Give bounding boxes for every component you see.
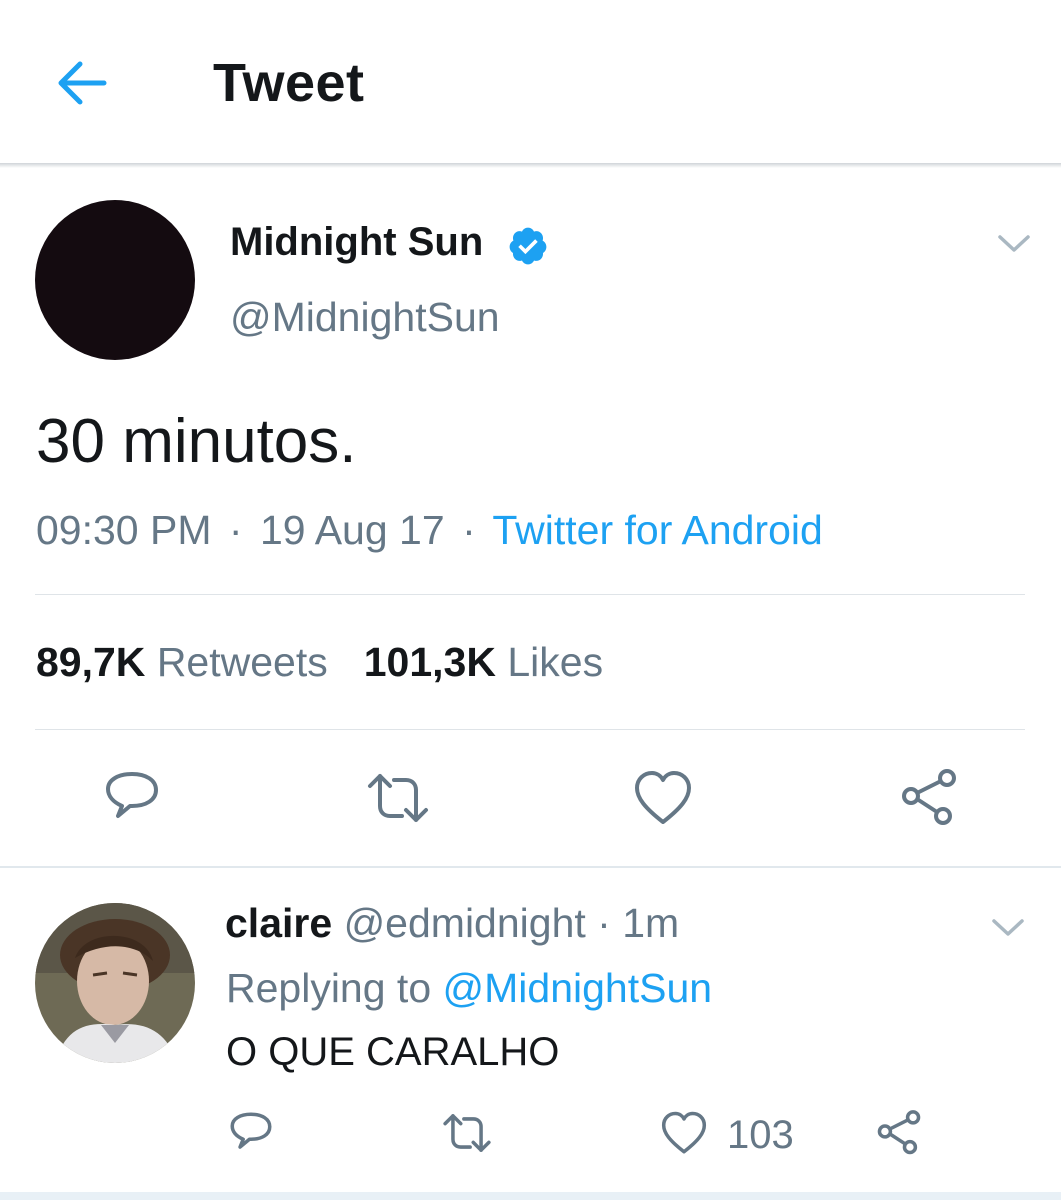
chevron-down-icon <box>992 919 1024 936</box>
share-icon <box>902 769 956 825</box>
retweet-button[interactable] <box>366 766 430 830</box>
share-button[interactable] <box>897 766 961 830</box>
tweet-source-link[interactable]: Twitter for Android <box>492 507 822 553</box>
reply-reply-button[interactable] <box>226 1108 276 1158</box>
meta-separator: · <box>462 507 476 553</box>
retweets-count: 89,7K <box>36 639 146 685</box>
likes-count: 101,3K <box>363 639 496 685</box>
divider <box>35 594 1025 595</box>
reply-like-button[interactable] <box>659 1108 709 1158</box>
tweet-time: 09:30 PM <box>36 507 212 553</box>
tweet-stats: 89,7K Retweets 101,3K Likes <box>36 639 603 686</box>
retweets-label: Retweets <box>156 639 328 685</box>
bottom-divider <box>0 1192 1061 1200</box>
tweet-text: 30 minutos. <box>36 407 357 476</box>
retweets-stat[interactable]: 89,7K Retweets <box>36 639 328 685</box>
retweet-icon <box>443 1114 491 1152</box>
likes-label: Likes <box>507 639 604 685</box>
verified-badge-icon <box>507 225 549 267</box>
like-icon <box>635 771 691 824</box>
reply-header: claire @edmidnight · 1m <box>225 900 679 947</box>
reply-share-button[interactable] <box>874 1108 924 1158</box>
retweet-icon <box>368 774 428 822</box>
arrow-left-icon <box>58 61 107 105</box>
top-app-bar <box>0 0 1061 163</box>
replying-to: Replying to @MidnightSun <box>226 965 712 1012</box>
chevron-down-icon <box>998 235 1030 252</box>
reply-time: 1m <box>622 900 680 946</box>
reply-options-button[interactable] <box>990 916 1026 940</box>
reply-text: O QUE CARALHO <box>226 1030 560 1074</box>
like-button[interactable] <box>631 766 695 830</box>
reply-icon <box>230 1112 272 1149</box>
like-icon <box>661 1111 707 1154</box>
divider <box>35 729 1025 730</box>
reply-button[interactable] <box>100 766 164 830</box>
reply-like-count: 103 <box>727 1113 794 1157</box>
reply-author-avatar[interactable] <box>35 903 195 1063</box>
author-handle[interactable]: @MidnightSun <box>230 294 500 341</box>
reply-retweet-button[interactable] <box>442 1108 492 1158</box>
meta-separator: · <box>228 507 243 553</box>
replying-label: Replying to <box>226 965 432 1011</box>
author-display-name[interactable]: Midnight Sun <box>230 220 483 265</box>
page-title: Tweet <box>213 53 365 113</box>
tweet-date: 19 Aug 17 <box>259 507 445 553</box>
meta-separator: · <box>597 900 611 946</box>
tweet-meta: 09:30 PM · 19 Aug 17 · Twitter for Andro… <box>36 507 823 554</box>
replying-mention-link[interactable]: @MidnightSun <box>443 965 713 1011</box>
header-shadow <box>0 163 1061 168</box>
likes-stat[interactable]: 101,3K Likes <box>364 639 603 685</box>
back-button[interactable] <box>52 55 112 111</box>
reply-author-handle[interactable]: @edmidnight <box>344 900 586 946</box>
share-icon <box>877 1110 921 1155</box>
reply-author-name[interactable]: claire <box>225 900 332 946</box>
author-avatar[interactable] <box>35 200 195 360</box>
section-divider <box>0 866 1061 868</box>
reply-icon <box>106 772 158 818</box>
tweet-options-button[interactable] <box>996 232 1032 256</box>
